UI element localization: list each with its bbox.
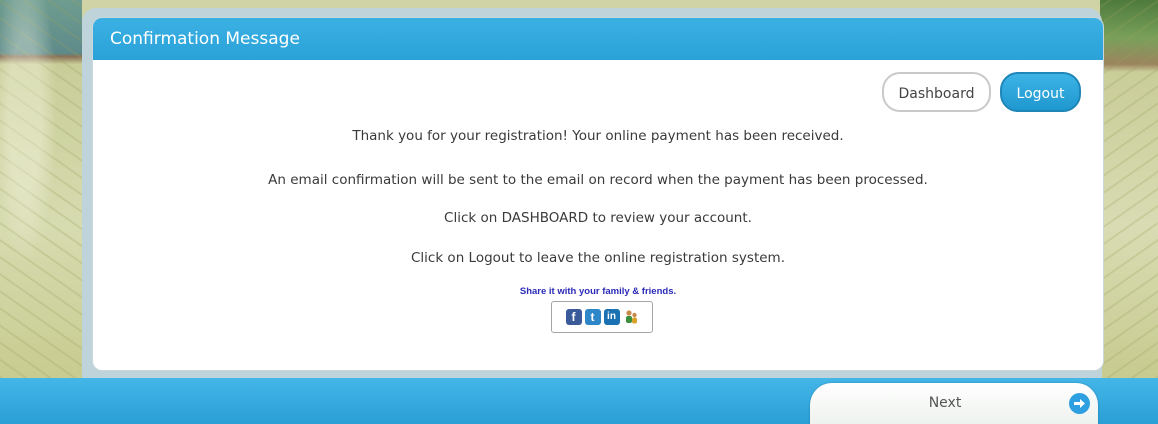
right-background-decoration bbox=[1100, 0, 1158, 378]
share-toolbar: f t in bbox=[551, 301, 653, 333]
facebook-icon[interactable]: f bbox=[565, 309, 582, 325]
arrow-right-icon bbox=[1069, 393, 1090, 414]
linkedin-icon[interactable]: in bbox=[603, 309, 620, 325]
confirmation-panel: Confirmation Message Dashboard Logout Th… bbox=[92, 17, 1104, 371]
logout-instruction-message: Click on Logout to leave the online regi… bbox=[410, 250, 786, 266]
twitter-icon[interactable]: t bbox=[584, 309, 601, 325]
dashboard-button[interactable]: Dashboard bbox=[882, 72, 991, 112]
next-button[interactable]: Next bbox=[810, 383, 1098, 424]
left-background-decoration bbox=[0, 0, 82, 378]
logout-button[interactable]: Logout bbox=[1000, 72, 1081, 112]
share-people-icon[interactable] bbox=[623, 309, 639, 325]
panel-title: Confirmation Message bbox=[93, 18, 1103, 60]
email-confirmation-message: An email confirmation will be sent to th… bbox=[268, 172, 928, 188]
dashboard-instruction-message: Click on DASHBOARD to review your accoun… bbox=[444, 210, 752, 226]
share-label: Share it with your family & friends. bbox=[519, 286, 677, 297]
payment-received-message: Thank you for your registration! Your on… bbox=[352, 128, 844, 144]
next-label: Next bbox=[928, 395, 962, 411]
